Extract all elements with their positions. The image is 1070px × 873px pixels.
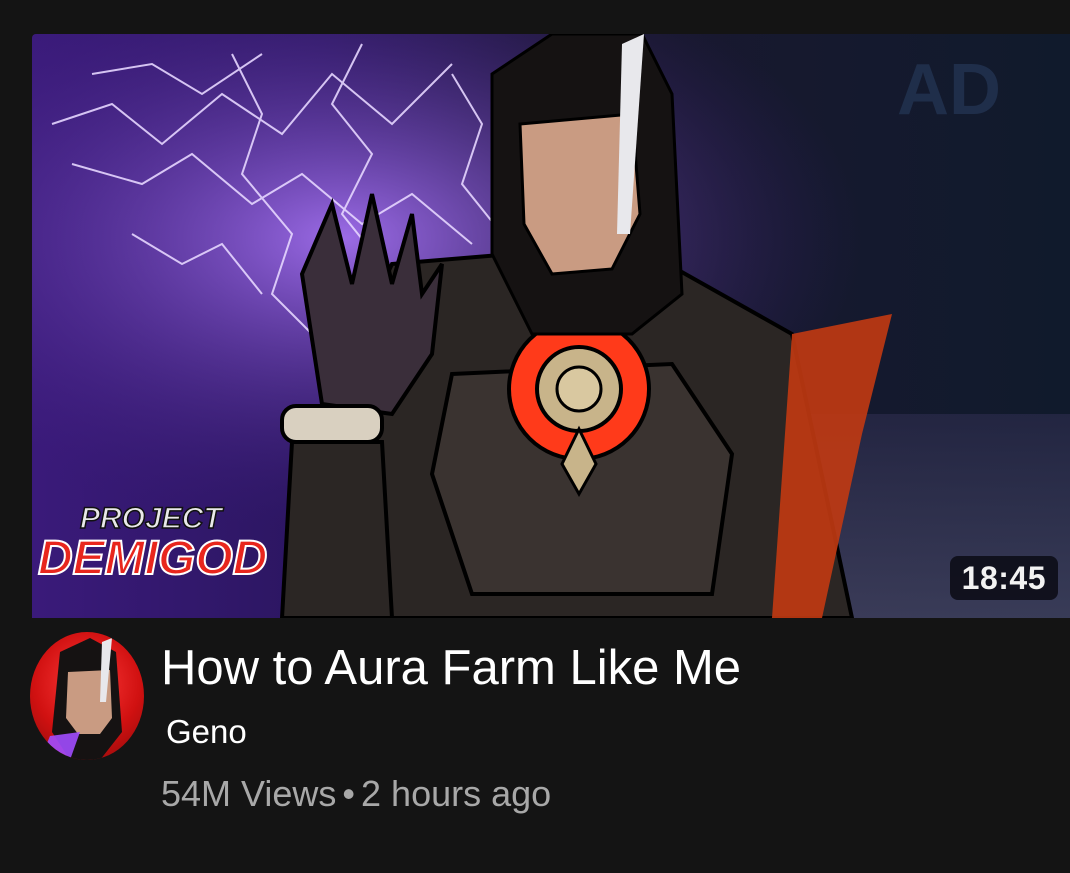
video-meta: 54M Views • 2 hours ago xyxy=(161,773,551,815)
avatar-icon xyxy=(40,638,122,760)
upload-age: 2 hours ago xyxy=(361,773,552,814)
video-title[interactable]: How to Aura Farm Like Me xyxy=(161,640,741,696)
svg-text:DEMIGOD: DEMIGOD xyxy=(38,532,267,585)
channel-avatar[interactable] xyxy=(30,632,144,760)
meta-separator: • xyxy=(342,773,356,814)
thumbnail-artwork: AD PROJECT DEMIGOD xyxy=(32,34,1070,618)
video-thumbnail[interactable]: AD PROJECT DEMIGOD 18:45 xyxy=(32,34,1070,618)
video-card[interactable]: AD PROJECT DEMIGOD 18:45 How to Aura Far… xyxy=(0,0,1070,873)
thumbnail-corner-text: AD xyxy=(897,50,1001,130)
channel-name[interactable]: Geno xyxy=(166,712,247,752)
svg-text:PROJECT: PROJECT xyxy=(80,502,224,535)
view-count: 54M Views xyxy=(161,773,337,814)
duration-badge: 18:45 xyxy=(949,556,1058,600)
